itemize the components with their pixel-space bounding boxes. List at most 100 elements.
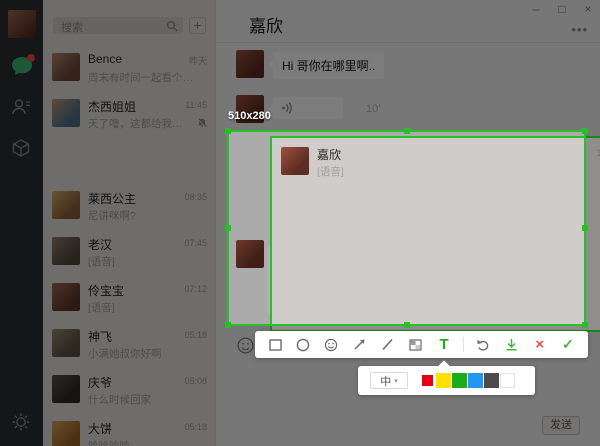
list-item-qingye[interactable]: 庆爷 05:08 什么时候回家 <box>43 366 215 412</box>
incoming-message[interactable]: Hi 哥你在哪里啊.. <box>268 52 385 79</box>
avatar <box>52 191 80 219</box>
list-item-shenfei[interactable]: 神飞 05:18 小满她叔你好啊 <box>43 320 215 366</box>
resize-handle[interactable] <box>582 225 588 231</box>
color-palette <box>420 373 515 388</box>
contact-name: 老汉 <box>88 238 113 252</box>
screenshot-selection[interactable] <box>225 128 588 328</box>
mosaic-tool-button[interactable] <box>407 336 425 354</box>
peer-avatar[interactable] <box>236 50 264 78</box>
avatar <box>52 375 80 403</box>
last-time: 05:18 <box>184 330 207 340</box>
avatar <box>52 283 80 311</box>
text-options-popup: 中 ▾ <box>358 360 535 395</box>
color-swatch-dark[interactable] <box>484 373 499 388</box>
message-preview: 小满她叔你好啊 <box>88 348 162 360</box>
collections-box-icon <box>12 139 30 157</box>
text-tool-button[interactable]: T <box>435 336 453 354</box>
confirm-button[interactable]: ✓ <box>559 336 577 354</box>
arrow-tool-button[interactable] <box>351 336 369 354</box>
font-size-dropdown[interactable]: 中 ▾ <box>370 372 408 389</box>
voice-message[interactable] <box>268 97 343 119</box>
send-button[interactable]: 发送 <box>542 416 580 435</box>
chat-list: 搜索 + Bence 昨天 周末有时间一起看个电影 杰西姐姐 11:45 天了噜… <box>43 0 600 446</box>
save-download-button[interactable] <box>503 336 521 354</box>
color-swatch-blue[interactable] <box>468 373 483 388</box>
list-item-jiexijiejie[interactable]: 杰西姐姐 11:45 天了噜，这都给我发现哈.. <box>43 90 215 136</box>
rectangle-tool-button[interactable] <box>266 336 284 354</box>
message-preview: 天了噜，这都给我发现哈.. <box>88 118 184 130</box>
settings-button[interactable] <box>11 412 33 434</box>
pen-icon <box>382 338 393 351</box>
download-icon <box>506 339 517 351</box>
resize-handle[interactable] <box>582 322 588 328</box>
selection-size-label: 510x280 <box>228 110 271 122</box>
contacts-tab[interactable] <box>11 97 33 119</box>
list-item-dabing[interactable]: 大饼 05:18 哈哈哈哈 <box>43 412 215 446</box>
cancel-x-icon: × <box>535 336 545 353</box>
collections-tab[interactable] <box>11 138 33 160</box>
resize-handle[interactable] <box>225 128 231 134</box>
rectangle-icon <box>268 338 282 351</box>
close-button[interactable]: × <box>581 2 595 16</box>
emoji-icon <box>325 338 338 351</box>
chevron-down-icon: ▾ <box>394 377 398 385</box>
chats-tab[interactable] <box>11 54 35 78</box>
my-avatar[interactable] <box>8 10 36 38</box>
minimize-button[interactable]: – <box>529 2 543 16</box>
last-time: 07:45 <box>184 238 207 248</box>
arrow-icon <box>354 339 365 350</box>
list-item-lingbaobao[interactable]: 伶宝宝 07:12 [语音] <box>43 274 215 320</box>
message-text: Hi 哥你在哪里啊.. <box>282 59 376 73</box>
color-swatch-white[interactable] <box>500 373 515 388</box>
list-item-bence[interactable]: Bence 昨天 周末有时间一起看个电影 <box>43 44 215 90</box>
resize-handle[interactable] <box>403 128 410 134</box>
color-swatch-green[interactable] <box>452 373 467 388</box>
voice-wave-icon <box>282 102 292 114</box>
avatar <box>52 53 80 81</box>
contact-name: 杰西姐姐 <box>88 100 137 114</box>
message-preview: [语音] <box>88 302 115 314</box>
last-time: 08:35 <box>184 192 207 202</box>
list-item-laohan[interactable]: 老汉 07:45 [语音] <box>43 228 215 274</box>
last-time: 05:18 <box>184 422 207 432</box>
color-swatch-yellow[interactable] <box>436 373 451 388</box>
list-item-laixigongzhu[interactable]: 莱西公主 08:35 尼讲咪啊? <box>43 182 215 228</box>
add-chat-button[interactable]: + <box>189 17 206 34</box>
last-time: 10:44 <box>596 148 600 158</box>
maximize-button[interactable]: □ <box>555 2 569 16</box>
font-size-value: 中 <box>380 375 392 388</box>
message-preview: 尼讲咪啊? <box>88 210 136 222</box>
resize-handle[interactable] <box>225 225 231 231</box>
settings-gear-icon <box>12 413 30 431</box>
conversation-menu-button[interactable]: ••• <box>571 22 588 37</box>
last-time: 11:45 <box>185 100 207 110</box>
emoji-button[interactable] <box>237 337 254 354</box>
color-swatch-red[interactable] <box>420 373 435 388</box>
contact-name: Bence <box>88 52 123 66</box>
pen-tool-button[interactable] <box>379 336 397 354</box>
header-divider <box>216 42 600 43</box>
undo-icon <box>477 339 489 351</box>
contact-name: 神飞 <box>88 330 113 344</box>
ellipse-tool-button[interactable] <box>294 336 312 354</box>
voice-duration: 10' <box>366 103 381 115</box>
search-input[interactable]: 搜索 <box>53 17 183 34</box>
emoji-stamp-tool-button[interactable] <box>322 336 340 354</box>
conversation-title: 嘉欣 <box>249 17 283 36</box>
last-time: 05:08 <box>184 376 207 386</box>
last-time: 昨天 <box>188 56 207 66</box>
contact-name: 伶宝宝 <box>88 284 125 298</box>
message-preview: [语音] <box>88 256 115 268</box>
resize-handle[interactable] <box>225 322 231 328</box>
wechat-window: 搜索 + Bence 昨天 周末有时间一起看个电影 杰西姐姐 11:45 天了噜… <box>0 0 600 446</box>
confirm-check-icon: ✓ <box>562 336 574 352</box>
last-time: 07:12 <box>184 284 207 294</box>
mosaic-icon <box>409 338 422 351</box>
undo-button[interactable] <box>474 336 492 354</box>
resize-handle[interactable] <box>403 322 410 328</box>
search-icon <box>166 20 178 31</box>
cancel-button[interactable]: × <box>531 336 549 354</box>
contact-name: 大饼 <box>88 422 113 436</box>
resize-handle[interactable] <box>582 128 588 134</box>
contacts-icon <box>12 99 30 115</box>
